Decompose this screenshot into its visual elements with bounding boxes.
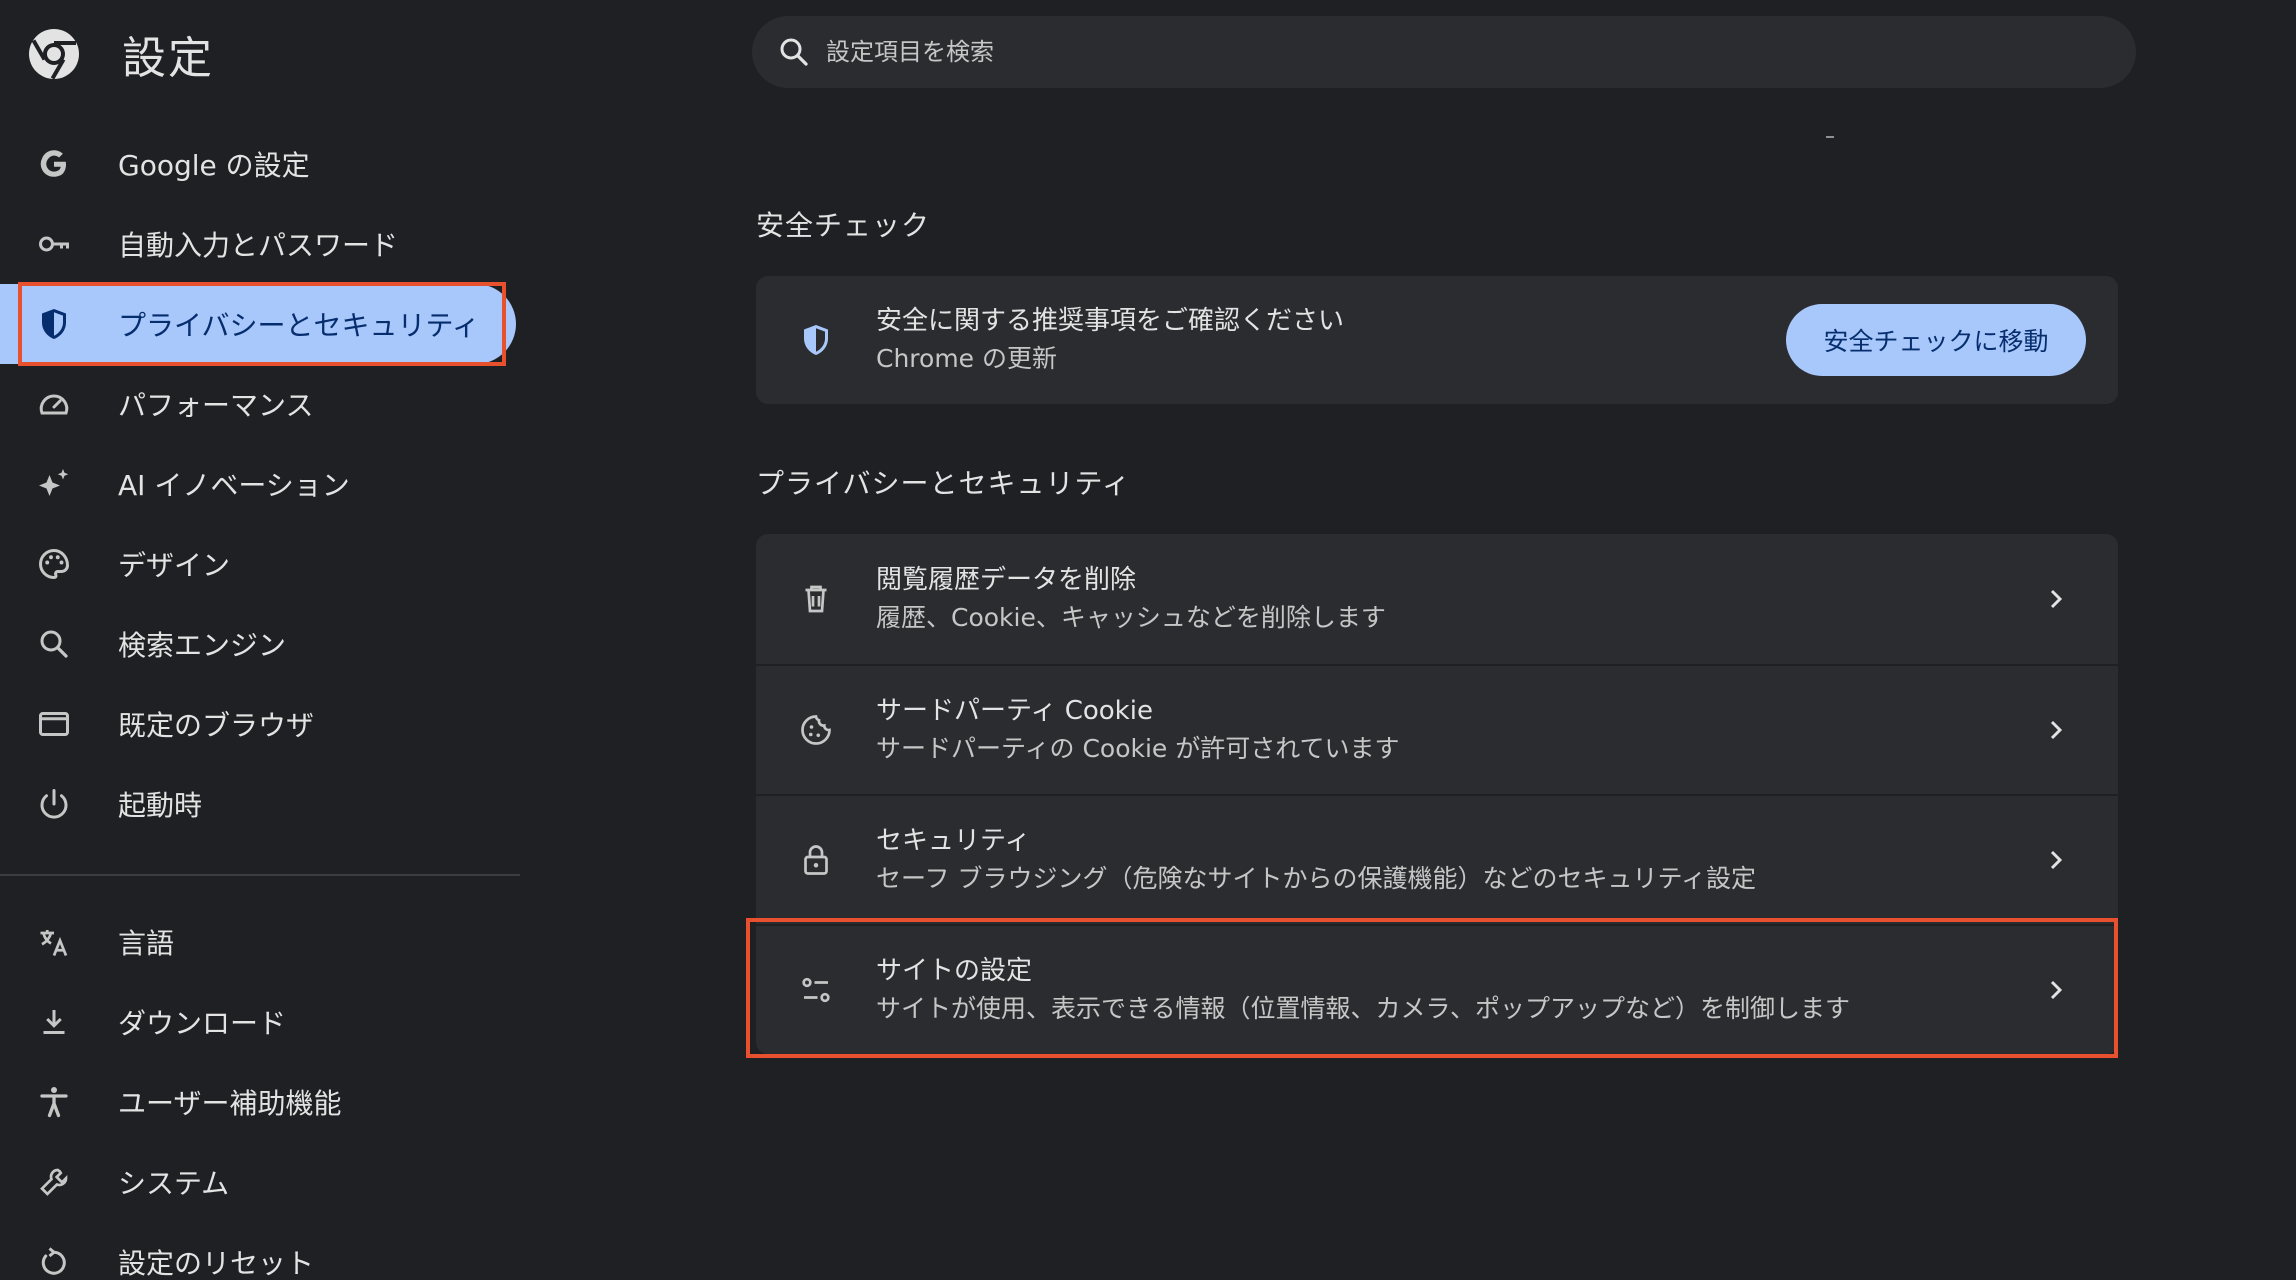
download-icon xyxy=(34,1002,74,1042)
divider-mark xyxy=(1826,136,1834,138)
sidebar-item-startup[interactable]: 起動時 xyxy=(0,764,516,844)
row-subtitle: サードパーティの Cookie が許可されています xyxy=(876,734,1400,763)
sidebar-item-privacy[interactable]: プライバシーとセキュリティ xyxy=(0,284,516,364)
sidebar-item-label: システム xyxy=(118,1167,230,1200)
go-to-safety-check-button[interactable]: 安全チェックに移動 xyxy=(1786,304,2086,376)
row-title: サイトの設定 xyxy=(876,956,1033,986)
sidebar-item-label: 既定のブラウザ xyxy=(118,709,315,742)
sidebar-item-label: Google の設定 xyxy=(118,149,310,182)
sidebar-item-label: AI イノベーション xyxy=(118,469,350,502)
sidebar-item-label: パフォーマンス xyxy=(118,389,314,422)
chevron-right-icon xyxy=(2050,980,2063,1000)
page-title: 設定 xyxy=(122,33,214,84)
chevron-right-icon xyxy=(2050,589,2063,609)
accessibility-icon xyxy=(34,1082,74,1122)
sidebar-item-design[interactable]: デザイン xyxy=(0,524,516,604)
shield-check-icon xyxy=(796,320,836,360)
sidebar-item-google[interactable]: Google の設定 xyxy=(0,124,516,204)
row-subtitle: サイトが使用、表示できる情報（位置情報、カメラ、ポップアップなど）を制御します xyxy=(876,994,1851,1023)
cookie-icon xyxy=(796,710,836,750)
row-subtitle: セーフ ブラウジング（危険なサイトからの保護機能）などのセキュリティ設定 xyxy=(876,864,1756,893)
safety-check-card: 安全に関する推奨事項をご確認ください Chrome の更新 安全チェックに移動 xyxy=(756,276,2118,404)
sidebar-item-label: 言語 xyxy=(118,927,175,960)
row-subtitle: 履歴、Cookie、キャッシュなどを削除します xyxy=(876,603,1386,632)
sidebar-item-default-browser[interactable]: 既定のブラウザ xyxy=(0,684,516,764)
chrome-settings-window: 設定 Google の設定 自動入力とパスワード プライバシーとセキュリティ xyxy=(0,0,2296,1280)
sidebar-item-label: ユーザー補助機能 xyxy=(118,1087,342,1120)
translate-icon xyxy=(34,922,74,962)
shield-icon xyxy=(34,304,74,344)
sidebar-item-accessibility[interactable]: ユーザー補助機能 xyxy=(0,1062,516,1142)
safety-title: 安全に関する推奨事項をご確認ください xyxy=(876,306,1345,336)
lock-icon xyxy=(796,840,836,880)
sidebar-item-label: 検索エンジン xyxy=(118,629,287,662)
row-title: サードパーティ Cookie xyxy=(876,696,1153,726)
sidebar-item-performance[interactable]: パフォーマンス xyxy=(0,364,516,444)
sidebar-item-system[interactable]: システム xyxy=(0,1142,516,1222)
tune-icon xyxy=(796,970,836,1010)
sidebar-item-label: プライバシーとセキュリティ xyxy=(118,309,480,342)
row-site-settings[interactable]: サイトの設定 サイトが使用、表示できる情報（位置情報、カメラ、ポップアップなど）… xyxy=(756,924,2118,1054)
reset-icon xyxy=(34,1242,74,1280)
sidebar-item-reset[interactable]: 設定のリセット xyxy=(0,1222,516,1280)
browser-window-icon xyxy=(34,704,74,744)
sidebar-item-search-engine[interactable]: 検索エンジン xyxy=(0,604,516,684)
privacy-card: 閲覧履歴データを削除 履歴、Cookie、キャッシュなどを削除します サードパー… xyxy=(756,534,2118,1054)
palette-icon xyxy=(34,544,74,584)
safety-check-row: 安全に関する推奨事項をご確認ください Chrome の更新 安全チェックに移動 xyxy=(756,276,2118,404)
sidebar-item-downloads[interactable]: ダウンロード xyxy=(0,982,516,1062)
sidebar-item-autofill[interactable]: 自動入力とパスワード xyxy=(0,204,516,284)
speedometer-icon xyxy=(34,384,74,424)
search-icon xyxy=(780,38,808,66)
search-icon xyxy=(34,624,74,664)
chevron-right-icon xyxy=(2050,850,2063,870)
chevron-right-icon xyxy=(2050,720,2063,740)
sidebar-item-label: ダウンロード xyxy=(118,1007,287,1040)
sidebar-item-label: 設定のリセット xyxy=(118,1247,315,1280)
row-security[interactable]: セキュリティ セーフ ブラウジング（危険なサイトからの保護機能）などのセキュリテ… xyxy=(756,794,2118,924)
section-title-privacy: プライバシーとセキュリティ xyxy=(756,467,1131,500)
sidebar: Google の設定 自動入力とパスワード プライバシーとセキュリティ パフォー… xyxy=(0,124,520,1280)
power-icon xyxy=(34,784,74,824)
search-input[interactable] xyxy=(826,38,2026,66)
sidebar-item-ai[interactable]: AI イノベーション xyxy=(0,444,516,524)
row-clear-browsing-data[interactable]: 閲覧履歴データを削除 履歴、Cookie、キャッシュなどを削除します xyxy=(756,534,2118,664)
sidebar-item-languages[interactable]: 言語 xyxy=(0,902,516,982)
trash-icon xyxy=(796,579,836,619)
row-title: セキュリティ xyxy=(876,826,1031,856)
sidebar-item-label: 起動時 xyxy=(118,789,203,822)
sidebar-divider xyxy=(0,874,520,876)
sidebar-item-label: デザイン xyxy=(118,549,231,582)
wrench-icon xyxy=(34,1162,74,1202)
safety-subtitle: Chrome の更新 xyxy=(876,344,1058,373)
row-title: 閲覧履歴データを削除 xyxy=(876,565,1137,595)
sidebar-item-label: 自動入力とパスワード xyxy=(118,229,399,262)
chrome-logo-icon xyxy=(29,29,79,80)
row-third-party-cookies[interactable]: サードパーティ Cookie サードパーティの Cookie が許可されています xyxy=(756,664,2118,794)
section-title-safety: 安全チェック xyxy=(756,209,931,242)
google-g-icon xyxy=(34,144,74,184)
sparkle-icon xyxy=(34,464,74,504)
key-icon xyxy=(34,224,74,264)
search-bar[interactable] xyxy=(752,16,2136,88)
